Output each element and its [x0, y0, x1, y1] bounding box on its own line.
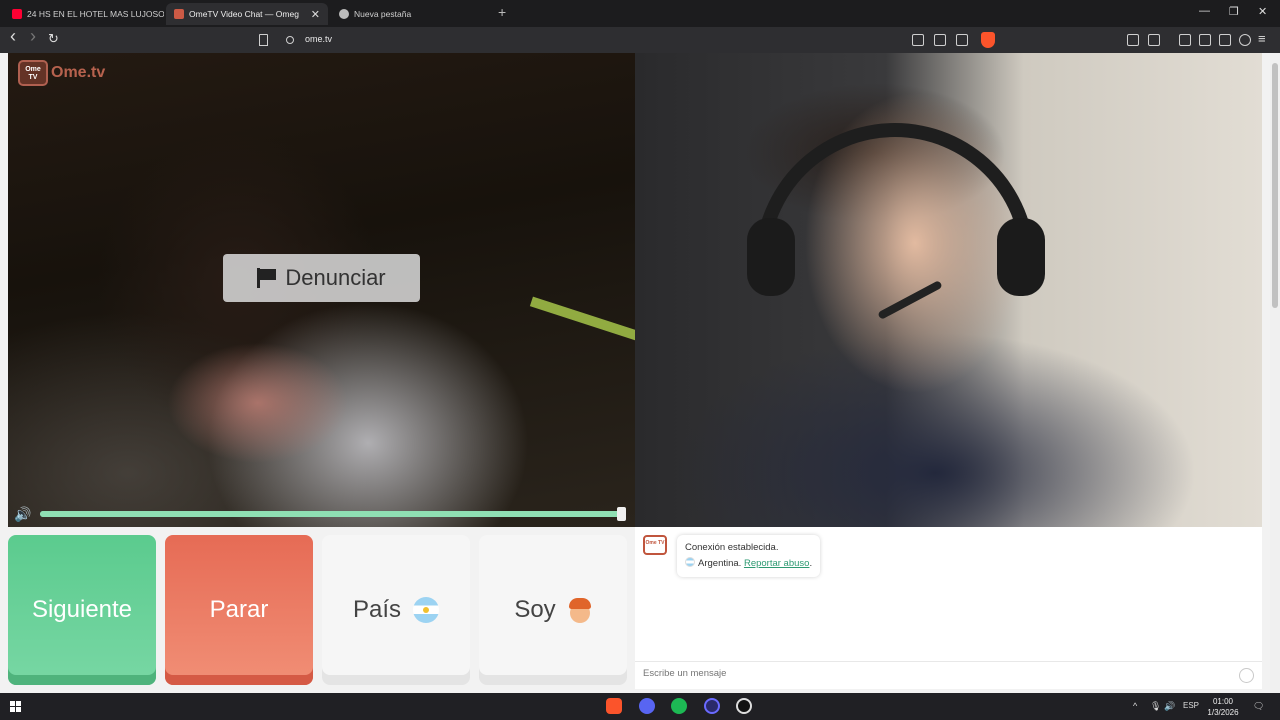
- windows-start-icon[interactable]: [10, 701, 21, 712]
- new-tab-button[interactable]: +: [498, 4, 506, 20]
- windows-taskbar: ^ 🎙 🔊 ESP 01:00 1/3/2026 🗨: [0, 693, 1280, 720]
- argentina-flag-icon: [413, 597, 440, 623]
- volume-icon[interactable]: 🔊: [14, 506, 31, 523]
- volume-fill: [40, 511, 622, 517]
- speaker-icon[interactable]: 🔊: [1164, 701, 1175, 712]
- gender-button[interactable]: Soy: [479, 535, 627, 685]
- report-abuse-suffix: .: [809, 558, 813, 569]
- stop-button[interactable]: Parar: [165, 535, 313, 685]
- youtube-icon: [12, 9, 22, 19]
- discord-app-icon[interactable]: [639, 698, 655, 714]
- extensions-icon[interactable]: [1127, 34, 1139, 46]
- partner-country-line: Argentina. Reportar abuso.: [685, 556, 812, 572]
- chat-input-bar: [635, 661, 1262, 689]
- menu-icon[interactable]: ≡: [1258, 32, 1266, 46]
- tray-chevron-icon[interactable]: ^: [1133, 701, 1137, 711]
- bookmark-icon[interactable]: [259, 34, 268, 46]
- next-button[interactable]: Siguiente: [8, 535, 156, 685]
- close-tab-icon[interactable]: ✕: [305, 8, 320, 21]
- argentina-flag-icon: [685, 557, 695, 567]
- flag-icon: [257, 268, 277, 288]
- ometv-logo[interactable]: Ome TV Ome.tv: [18, 60, 105, 86]
- clock-time: 01:00: [1212, 697, 1234, 706]
- tab-label: Nueva pestaña: [354, 9, 412, 19]
- boy-icon: [568, 597, 592, 623]
- site-info-icon[interactable]: [286, 36, 294, 44]
- tab-groups-icon[interactable]: [1199, 34, 1211, 46]
- brave-app-icon[interactable]: [606, 698, 622, 714]
- report-button-label: Denunciar: [285, 265, 386, 290]
- notifications-icon[interactable]: 🗨: [1253, 701, 1264, 712]
- system-clock[interactable]: 01:00 1/3/2026: [1200, 696, 1246, 718]
- control-buttons: Siguiente Parar País Soy: [8, 535, 628, 685]
- message-input[interactable]: [643, 668, 1223, 679]
- scrollbar-thumb[interactable]: [1272, 63, 1278, 308]
- language-indicator[interactable]: ESP: [1183, 701, 1199, 710]
- browser-tab-bar: 24 HS EN EL HOTEL MAS LUJOSO DE OmeTV Vi…: [0, 0, 1280, 27]
- gender-button-label: Soy: [514, 596, 556, 623]
- tab-label: OmeTV Video Chat — Omeg: [189, 9, 299, 19]
- shield-icon: [339, 9, 349, 19]
- vpn-icon[interactable]: [1239, 34, 1251, 46]
- system-message: Conexión establecida. Argentina. Reporta…: [677, 535, 821, 577]
- headset-mic: [877, 280, 943, 320]
- country-button-label: País: [352, 596, 402, 623]
- leo-ai-icon[interactable]: [1219, 34, 1231, 46]
- chat-panel: Ome TV Conexión establecida. Argentina. …: [635, 527, 1262, 689]
- tv-logo-icon: Ome TV: [18, 60, 48, 86]
- stranger-video: Ome TV Ome.tv Denunciar 🔊: [8, 53, 635, 527]
- self-video: [635, 53, 1262, 527]
- tab-youtube[interactable]: 24 HS EN EL HOTEL MAS LUJOSO DE: [4, 3, 164, 25]
- maximize-button[interactable]: ❐: [1229, 5, 1239, 18]
- wallet-icon[interactable]: [1148, 34, 1160, 46]
- partner-country: Argentina.: [698, 558, 742, 569]
- brave-shields-icon[interactable]: [981, 32, 995, 48]
- ometv-favicon-icon: [174, 9, 184, 19]
- country-button[interactable]: País: [322, 535, 470, 685]
- background-light: [529, 296, 635, 350]
- clock-date: 1/3/2026: [1207, 708, 1239, 717]
- headset-earcup-right: [997, 218, 1045, 296]
- report-button[interactable]: Denunciar: [223, 254, 420, 302]
- reload-button[interactable]: ↻: [48, 32, 59, 46]
- browser-toolbar: ‹ › ↻ ome.tv ≡: [0, 27, 1280, 53]
- microphone-icon[interactable]: 🎙: [1150, 701, 1161, 712]
- volume-knob[interactable]: [617, 507, 626, 521]
- spotify-app-icon[interactable]: [671, 698, 687, 714]
- headset: [755, 123, 1035, 273]
- tab-new-tab[interactable]: Nueva pestaña: [331, 3, 491, 25]
- logo-text: Ome.tv: [51, 64, 106, 81]
- forward-button[interactable]: ›: [30, 27, 36, 45]
- cast-icon[interactable]: [934, 34, 946, 46]
- emoji-icon[interactable]: [1239, 668, 1254, 683]
- sidebar-icon[interactable]: [1179, 34, 1191, 46]
- volume-slider[interactable]: [40, 507, 626, 521]
- headset-earcup-left: [747, 218, 795, 296]
- share-icon[interactable]: [956, 34, 968, 46]
- obs-app-icon[interactable]: [736, 698, 752, 714]
- tab-label: 24 HS EN EL HOTEL MAS LUJOSO DE: [27, 9, 164, 19]
- close-window-button[interactable]: ✕: [1258, 5, 1267, 18]
- tab-ometv[interactable]: OmeTV Video Chat — Omeg ✕: [166, 3, 328, 25]
- connection-status: Conexión establecida.: [685, 542, 779, 553]
- translate-icon[interactable]: [912, 34, 924, 46]
- page-scrollbar[interactable]: [1270, 53, 1280, 693]
- address-bar[interactable]: ome.tv: [305, 34, 332, 44]
- ometv-page: Ome TV Ome.tv Denunciar 🔊 Siguiente Para…: [0, 53, 1270, 693]
- back-button[interactable]: ‹: [10, 27, 16, 45]
- minimize-button[interactable]: —: [1199, 5, 1210, 17]
- report-abuse-link[interactable]: Reportar abuso: [744, 558, 809, 569]
- app-icon[interactable]: [704, 698, 720, 714]
- ometv-avatar-icon: Ome TV: [643, 535, 667, 555]
